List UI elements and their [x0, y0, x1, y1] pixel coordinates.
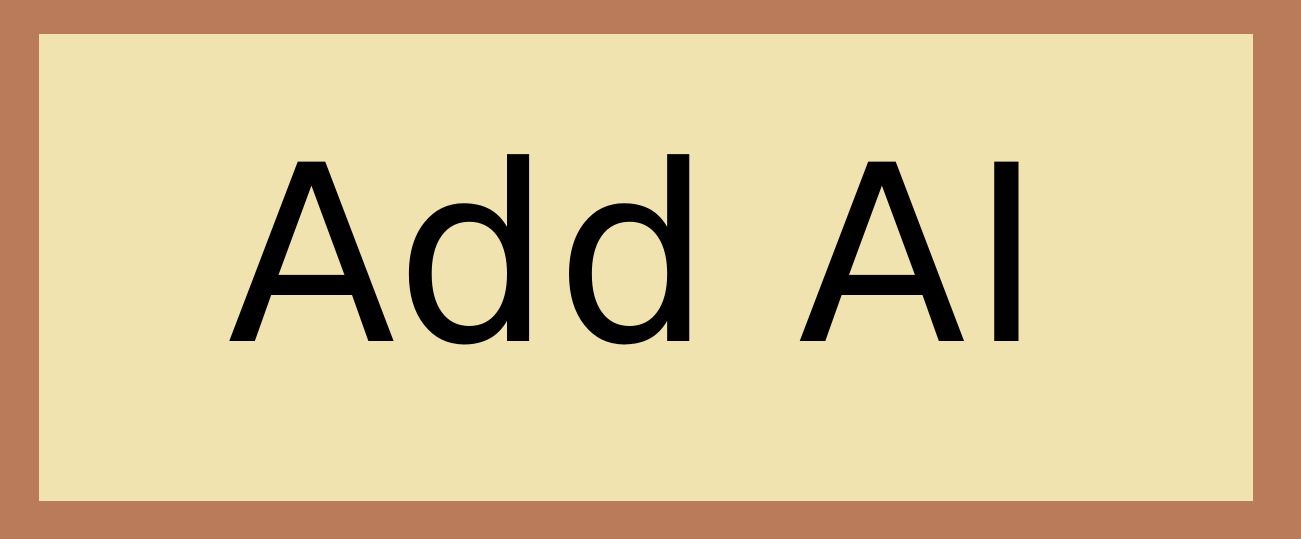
add-ai-button[interactable]: Add AI — [39, 34, 1253, 501]
button-frame: Add AI — [0, 0, 1301, 539]
add-ai-button-label: Add AI — [227, 113, 1047, 400]
